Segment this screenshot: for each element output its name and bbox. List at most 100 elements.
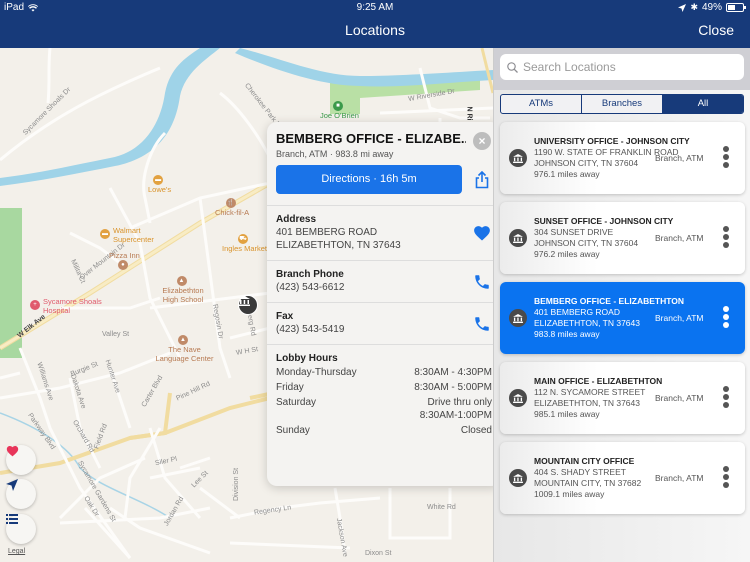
- location-subtitle: Branch, ATM · 983.8 mi away: [276, 149, 394, 159]
- bank-icon: [509, 389, 527, 407]
- close-popover-button[interactable]: ×: [473, 132, 491, 150]
- status-bar: iPad 9:25 AM ✱ 49%: [0, 0, 750, 16]
- share-icon[interactable]: [473, 171, 491, 189]
- battery-percent: 49%: [701, 2, 722, 13]
- location-address-line1: 112 N. SYCAMORE STREET: [534, 387, 646, 397]
- school-icon: ▲: [178, 335, 188, 346]
- location-type: Branch, ATM: [655, 393, 704, 403]
- favorite-heart-icon[interactable]: [473, 224, 491, 242]
- page-title: Locations: [345, 22, 405, 38]
- directions-button[interactable]: Directions · 16h 5m: [276, 165, 462, 194]
- battery-icon: [726, 3, 746, 12]
- lobby-hours-label: Lobby Hours: [276, 353, 338, 364]
- poi-high-school[interactable]: ▲ Elizabethton High School: [158, 276, 208, 304]
- street-label: Division St: [233, 467, 241, 502]
- phone-icon[interactable]: [473, 315, 491, 333]
- location-name: MOUNTAIN CITY OFFICE: [534, 456, 635, 466]
- phone-icon[interactable]: [473, 273, 491, 291]
- location-card[interactable]: MAIN OFFICE - ELIZABETHTON 112 N. SYCAMO…: [500, 362, 745, 434]
- favorites-button[interactable]: [6, 445, 36, 475]
- filter-segmented-control: ATMs Branches All: [500, 94, 744, 114]
- fax-number: (423) 543-5419: [276, 324, 345, 335]
- time: Drive thru only 8:30AM-1:00PM: [420, 396, 492, 422]
- more-options-icon[interactable]: [723, 226, 729, 250]
- search-field[interactable]: [500, 54, 744, 80]
- clock: 9:25 AM: [356, 2, 394, 13]
- fax-row[interactable]: Fax (423) 543-5419: [267, 302, 501, 344]
- bank-icon: [509, 469, 527, 487]
- close-button[interactable]: Close: [698, 22, 734, 38]
- list-view-button[interactable]: [6, 514, 36, 544]
- navigation-bar: Locations Close: [0, 16, 750, 48]
- location-type: Branch, ATM: [655, 313, 704, 323]
- location-address-line1: 404 S. SHADY STREET: [534, 467, 626, 477]
- location-distance: 983.8 miles away: [534, 329, 600, 339]
- location-address-line2: JOHNSON CITY, TN 37604: [534, 238, 639, 248]
- location-card[interactable]: SUNSET OFFICE - JOHNSON CITY 304 SUNSET …: [500, 202, 745, 274]
- fax-label: Fax: [276, 311, 294, 322]
- poi-hospital[interactable]: + Sycamore Shoals Hospital: [30, 297, 123, 315]
- poi-nave-language-center[interactable]: ▲ The Nave Language Center: [152, 335, 217, 363]
- bank-icon: [509, 229, 527, 247]
- time: Closed: [460, 425, 492, 436]
- bank-icon: [239, 296, 250, 306]
- day: Friday: [276, 382, 304, 393]
- poi-pizza-inn[interactable]: Pizza Inn ●: [109, 251, 140, 271]
- location-address-line2: ELIZABETHTON, TN 37643: [534, 398, 640, 408]
- poi-label: Lowe's: [148, 185, 172, 195]
- search-icon: [507, 61, 518, 73]
- street-label: N Ri: [465, 106, 473, 121]
- time-range: 8:30AM-1:00PM: [419, 410, 492, 421]
- location-type: Branch, ATM: [655, 233, 704, 243]
- food-icon: ●: [117, 260, 128, 271]
- time: 8:30AM - 5:00PM: [414, 382, 492, 393]
- street-label: White Rd: [427, 504, 456, 511]
- poi-label: Joe O'Brien: [320, 111, 359, 121]
- poi-ingles[interactable]: ⛟ Ingles Market: [222, 234, 267, 253]
- poi-joe-obrien[interactable]: ■ Joe O'Brien: [320, 101, 359, 120]
- location-detail-popover: BEMBERG OFFICE - ELIZABE... Branch, ATM …: [267, 122, 501, 486]
- more-options-icon[interactable]: [723, 146, 729, 170]
- legal-link[interactable]: Legal: [8, 548, 25, 555]
- current-location-button[interactable]: [6, 479, 36, 509]
- poi-chick-fil-a[interactable]: 🍴 Chick-fil-A: [215, 198, 249, 217]
- location-card[interactable]: UNIVERSITY OFFICE - JOHNSON CITY 1190 W.…: [500, 122, 745, 194]
- cart-icon: ⛟: [238, 234, 249, 245]
- locations-sidebar: ATMs Branches All UNIVERSITY OFFICE - JO…: [493, 48, 750, 562]
- location-name: UNIVERSITY OFFICE - JOHNSON CITY: [534, 136, 690, 146]
- hours-row: Monday-Thursday 8:30AM - 4:30PM: [276, 366, 492, 379]
- location-card[interactable]: BEMBERG OFFICE - ELIZABETHTON 401 BEMBER…: [500, 282, 745, 354]
- segment-all[interactable]: All: [663, 95, 743, 113]
- list-icon: [6, 514, 18, 524]
- bank-icon: [509, 149, 527, 167]
- day: Monday-Thursday: [276, 367, 357, 378]
- address-row[interactable]: Address 401 BEMBERG ROAD ELIZABETHTON, T…: [267, 205, 501, 260]
- poi-label: Chick-fil-A: [215, 208, 250, 218]
- time: 8:30AM - 4:30PM: [414, 367, 492, 378]
- poi-label: Walmart Supercenter: [113, 226, 154, 244]
- day: Saturday: [276, 397, 317, 408]
- day: Sunday: [276, 425, 310, 436]
- river: [0, 48, 220, 186]
- address-line1: 401 BEMBERG ROAD: [276, 227, 378, 238]
- bank-location-pin[interactable]: [238, 295, 258, 315]
- poi-label: Pizza Inn: [109, 251, 140, 260]
- school-icon: ▲: [176, 276, 187, 287]
- search-bar: [494, 48, 750, 90]
- more-options-icon[interactable]: [723, 386, 729, 410]
- location-list: UNIVERSITY OFFICE - JOHNSON CITY 1190 W.…: [500, 122, 745, 522]
- location-arrow-icon: [678, 3, 687, 12]
- location-distance: 976.2 miles away: [534, 249, 600, 259]
- branch-phone-row[interactable]: Branch Phone (423) 543-6612: [267, 260, 501, 302]
- food-icon: 🍴: [225, 198, 236, 209]
- location-card[interactable]: MOUNTAIN CITY OFFICE 404 S. SHADY STREET…: [500, 442, 745, 514]
- location-info: SUNSET OFFICE - JOHNSON CITY 304 SUNSET …: [534, 216, 673, 260]
- poi-lowes[interactable]: ▬ Lowe's: [148, 175, 171, 194]
- segment-atms[interactable]: ATMs: [501, 95, 582, 113]
- address-label: Address: [276, 214, 317, 225]
- more-options-icon[interactable]: [723, 306, 729, 330]
- poi-walmart[interactable]: ▬ Walmart Supercenter: [100, 226, 163, 244]
- segment-branches[interactable]: Branches: [582, 95, 663, 113]
- search-input[interactable]: [523, 60, 733, 74]
- more-options-icon[interactable]: [723, 466, 729, 490]
